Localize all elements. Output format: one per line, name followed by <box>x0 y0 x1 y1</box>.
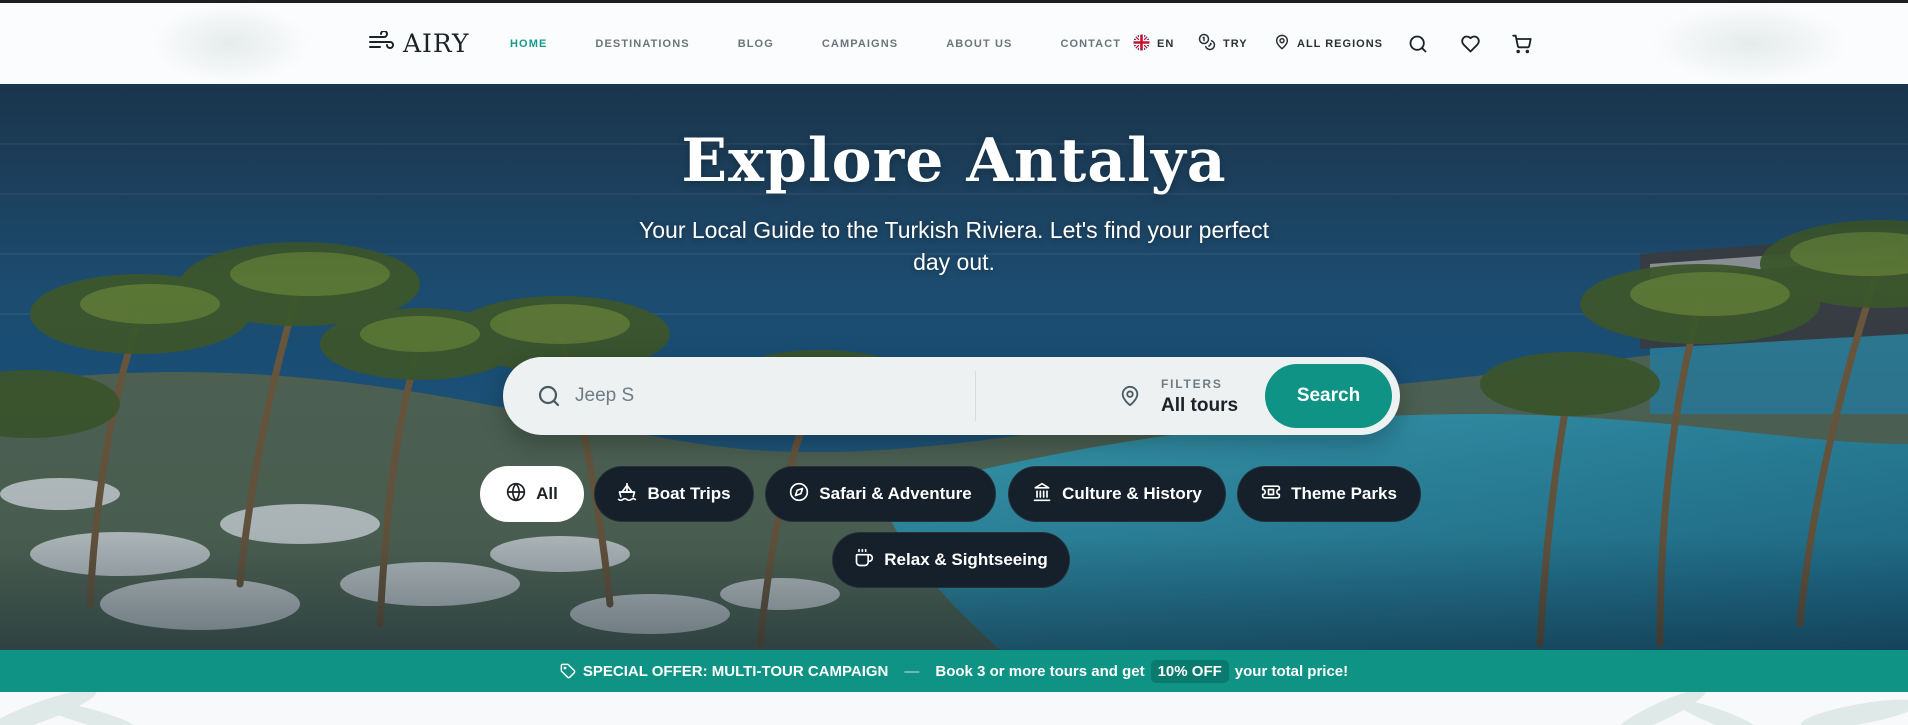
heart-icon[interactable] <box>1459 33 1481 55</box>
map-pin-icon <box>1119 384 1141 413</box>
search-button[interactable]: Search <box>1265 364 1392 428</box>
cart-icon[interactable] <box>1510 33 1532 55</box>
search-icon <box>537 384 561 413</box>
category-chip-boat-trips[interactable]: Boat Trips <box>594 466 754 522</box>
filters-value: All tours <box>1161 395 1239 416</box>
category-label: Boat Trips <box>647 484 731 503</box>
category-label: Theme Parks <box>1291 484 1397 503</box>
coffee-icon <box>854 548 874 573</box>
nav-item-campaigns[interactable]: CAMPAIGNS <box>822 38 898 50</box>
language-selector[interactable]: EN <box>1133 3 1174 84</box>
language-label: EN <box>1157 37 1175 50</box>
promo-text-before: Book 3 or more tours and get <box>935 662 1145 680</box>
category-chip-culture-history[interactable]: Culture & History <box>1008 466 1226 522</box>
leaf-decoration <box>0 692 1908 725</box>
region-label: ALL REGIONS <box>1297 37 1383 50</box>
category-label: Culture & History <box>1062 484 1202 503</box>
brand-logo[interactable]: AIRY <box>368 29 470 58</box>
category-label: Relax & Sightseeing <box>884 550 1048 569</box>
nav-item-blog[interactable]: BLOG <box>738 38 774 50</box>
filters-label: FILTERS <box>1161 377 1223 391</box>
tag-icon <box>560 663 576 679</box>
category-chip-safari-adventure[interactable]: Safari & Adventure <box>765 466 996 522</box>
nav-item-contact[interactable]: CONTACT <box>1060 38 1121 50</box>
site-header: AIRY HOME DESTINATIONS BLOG CAMPAIGNS AB… <box>0 3 1908 84</box>
globe-icon <box>506 482 526 507</box>
category-chip-all[interactable]: All <box>480 466 584 522</box>
category-chip-theme-parks[interactable]: Theme Parks <box>1237 466 1421 522</box>
coins-icon <box>1198 33 1216 54</box>
nav-item-about-us[interactable]: ABOUT US <box>946 38 1012 50</box>
category-chip-relax-sightseeing[interactable]: Relax & Sightseeing <box>832 532 1070 588</box>
category-label: All <box>536 484 558 503</box>
region-selector[interactable]: ALL REGIONS <box>1274 3 1383 84</box>
promo-text-after: your total price! <box>1234 662 1349 680</box>
nav-item-home[interactable]: HOME <box>510 38 547 50</box>
promo-banner[interactable]: SPECIAL OFFER: MULTI-TOUR CAMPAIGN — Boo… <box>0 650 1908 692</box>
nav-item-destinations[interactable]: DESTINATIONS <box>595 38 689 50</box>
search-bar: FILTERS All tours Search <box>503 357 1400 435</box>
main-nav: HOME DESTINATIONS BLOG CAMPAIGNS ABOUT U… <box>510 3 1169 84</box>
currency-selector[interactable]: TRY <box>1198 3 1248 84</box>
landmark-icon <box>1032 482 1052 507</box>
promo-title: SPECIAL OFFER: MULTI-TOUR CAMPAIGN <box>582 662 889 680</box>
map-pin-icon <box>1274 32 1290 55</box>
uk-flag-icon <box>1133 34 1150 54</box>
wind-icon <box>368 30 394 56</box>
compass-icon <box>789 482 809 507</box>
currency-label: TRY <box>1223 37 1248 50</box>
hero-banner: Explore Antalya Your Local Guide to the … <box>0 84 1908 650</box>
ticket-icon <box>1261 482 1281 507</box>
sailboat-icon <box>617 482 637 507</box>
search-icon[interactable] <box>1407 33 1429 55</box>
content-section-top <box>0 692 1908 725</box>
category-label: Safari & Adventure <box>819 484 972 503</box>
hero-title: Explore Antalya <box>681 126 1227 196</box>
promo-separator: — <box>904 662 920 680</box>
search-divider <box>975 371 976 421</box>
promo-discount-badge: 10% OFF <box>1150 659 1229 683</box>
hero-subtitle: Your Local Guide to the Turkish Riviera.… <box>639 217 1269 275</box>
brand-name: AIRY <box>403 29 470 58</box>
search-input[interactable] <box>575 377 955 415</box>
